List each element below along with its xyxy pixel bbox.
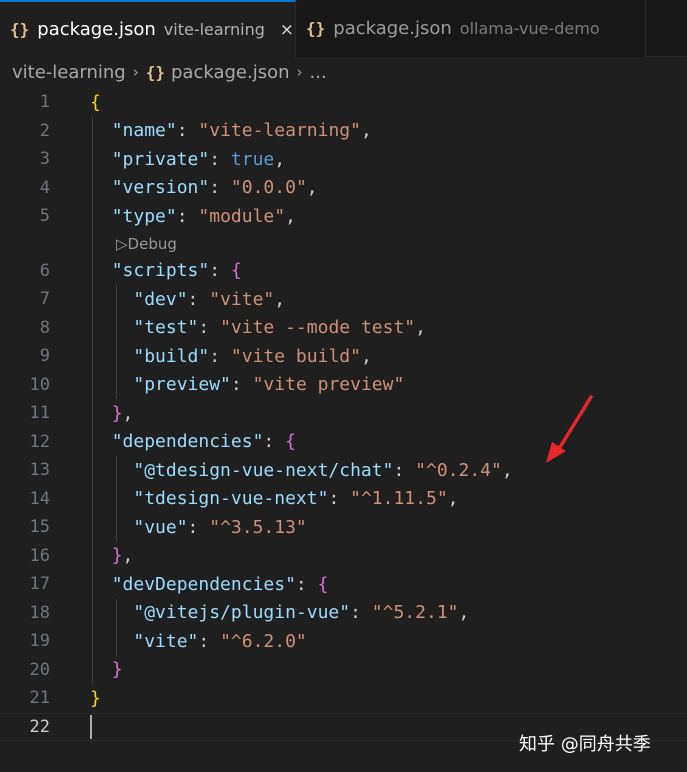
annotation-arrow-shaft xyxy=(555,395,593,454)
annotation-arrow xyxy=(546,395,593,463)
watermark: 知乎 @同舟共季 xyxy=(519,734,651,755)
